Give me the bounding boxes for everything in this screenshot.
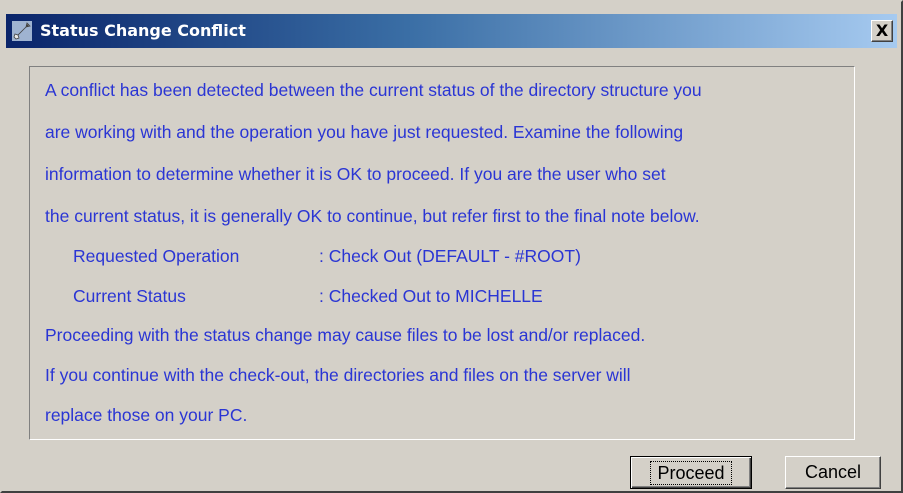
wrench-icon — [12, 21, 32, 41]
message-line: are working with and the operation you h… — [45, 122, 684, 142]
proceed-button[interactable]: Proceed — [630, 456, 752, 489]
status-change-conflict-dialog: Status Change Conflict X A conflict has … — [0, 0, 903, 493]
requested-operation-value: : Check Out (DEFAULT - #ROOT) — [319, 246, 581, 266]
close-icon: X — [875, 21, 889, 40]
message-line: A conflict has been detected between the… — [45, 80, 702, 100]
title-bar[interactable]: Status Change Conflict X — [6, 14, 897, 48]
cancel-button[interactable]: Cancel — [785, 456, 881, 489]
close-button[interactable]: X — [871, 20, 893, 42]
note-line: Proceeding with the status change may ca… — [45, 325, 646, 345]
note-line: If you continue with the check-out, the … — [45, 365, 631, 385]
dialog-title: Status Change Conflict — [40, 21, 246, 40]
message-line: the current status, it is generally OK t… — [45, 206, 700, 226]
message-line: information to determine whether it is O… — [45, 164, 666, 184]
requested-operation-label: Requested Operation — [73, 246, 240, 266]
proceed-button-label: Proceed — [650, 461, 732, 485]
current-status-value: : Checked Out to MICHELLE — [319, 286, 543, 306]
cancel-button-label: Cancel — [804, 462, 862, 482]
note-line: replace those on your PC. — [45, 405, 248, 425]
current-status-label: Current Status — [73, 286, 186, 306]
message-panel: A conflict has been detected between the… — [29, 66, 855, 440]
